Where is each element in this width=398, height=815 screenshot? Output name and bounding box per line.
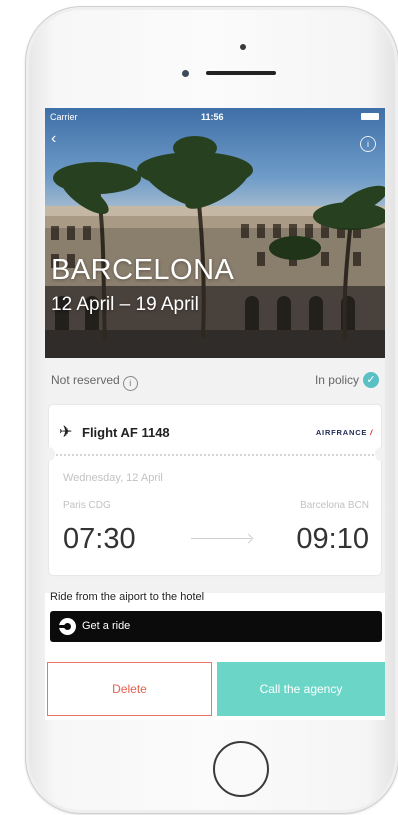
app-screen: Carrier 11:56 ‹ i BARCELONA 12 April – 1… xyxy=(45,108,385,720)
ticket-perforation xyxy=(49,454,381,456)
chevron-left-icon[interactable]: ‹ xyxy=(51,130,56,148)
front-camera xyxy=(240,44,246,50)
get-a-ride-label: Get a ride xyxy=(82,620,131,632)
flight-number: Flight AF 1148 xyxy=(82,425,170,440)
battery-icon xyxy=(361,113,379,120)
airline-logo: AIRFRANCE / xyxy=(315,428,373,437)
ride-label: Ride from the aiport to the hotel xyxy=(50,591,205,603)
origin-airport: Paris CDG xyxy=(63,500,111,511)
policy-status-label: In policy xyxy=(314,373,359,387)
ticket-notch-left xyxy=(45,447,55,461)
airline-logo-text: AIRFRANCE xyxy=(315,428,368,437)
check-icon: ✓ xyxy=(363,372,379,388)
flight-date: Wednesday, 12 April xyxy=(63,472,163,484)
flight-card[interactable]: ✈ Flight AF 1148 AIRFRANCE / Wednesday, … xyxy=(45,405,385,575)
status-bar: Carrier 11:56 xyxy=(45,108,385,126)
info-icon[interactable]: i xyxy=(360,136,376,152)
trip-dates: 12 April – 19 April xyxy=(51,294,199,315)
carrier-label: Carrier xyxy=(50,112,78,122)
ticket-notch-right xyxy=(375,447,385,461)
plane-icon: ✈ xyxy=(59,424,73,441)
arrow-right-icon xyxy=(191,538,251,539)
reservation-status-row: Not reserved i In policy ✓ xyxy=(45,358,385,403)
delete-button[interactable]: Delete xyxy=(47,662,212,716)
destination-city: BARCELONA xyxy=(51,254,235,286)
call-agency-button[interactable]: Call the agency xyxy=(217,662,385,716)
departure-time: 07:30 xyxy=(63,523,136,555)
ride-logo-icon xyxy=(59,618,76,635)
reservation-status-label: Not reserved xyxy=(51,373,120,387)
status-time: 11:56 xyxy=(201,112,224,122)
arrival-time: 09:10 xyxy=(296,523,369,555)
proximity-sensor xyxy=(182,70,189,77)
home-button[interactable] xyxy=(213,741,269,797)
info-icon[interactable]: i xyxy=(122,376,138,391)
earpiece-speaker xyxy=(206,71,276,75)
get-a-ride-button[interactable]: Get a ride xyxy=(50,611,382,642)
destination-hero: Carrier 11:56 ‹ i BARCELONA 12 April – 1… xyxy=(45,108,385,358)
destination-airport: Barcelona BCN xyxy=(300,500,369,511)
plaza-photo xyxy=(45,136,385,358)
reservation-status: Not reserved i xyxy=(51,373,138,391)
